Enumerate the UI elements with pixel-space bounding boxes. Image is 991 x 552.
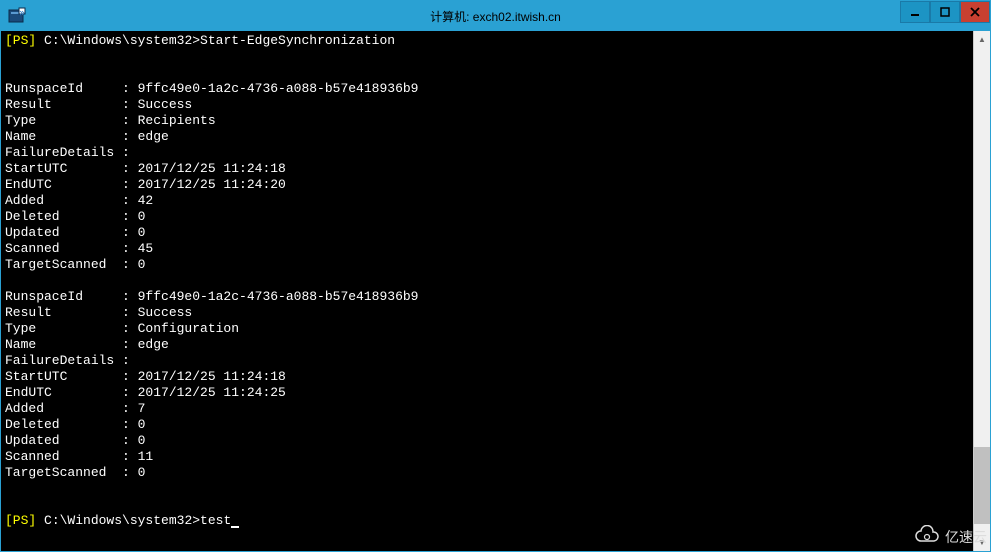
- terminal-line: FailureDetails :: [5, 353, 969, 369]
- scroll-thumb[interactable]: [974, 447, 990, 525]
- scroll-track[interactable]: [974, 48, 990, 534]
- terminal-line: Updated : 0: [5, 433, 969, 449]
- terminal-output[interactable]: [PS] C:\Windows\system32>Start-EdgeSynch…: [1, 31, 973, 551]
- scroll-down-button[interactable]: ▼: [974, 534, 990, 551]
- terminal-line: EndUTC : 2017/12/25 11:24:20: [5, 177, 969, 193]
- field-added: Added : 42: [5, 193, 153, 208]
- close-button[interactable]: [960, 1, 990, 23]
- terminal-line: RunspaceId : 9ffc49e0-1a2c-4736-a088-b57…: [5, 289, 969, 305]
- field-scanned: Scanned : 45: [5, 241, 153, 256]
- command-text: Start-EdgeSynchronization: [200, 33, 395, 48]
- terminal-line: [5, 481, 969, 497]
- close-icon: [970, 7, 980, 17]
- terminal-line: StartUTC : 2017/12/25 11:24:18: [5, 161, 969, 177]
- terminal-line: Deleted : 0: [5, 417, 969, 433]
- field-targetscanned: TargetScanned : 0: [5, 257, 145, 272]
- minimize-icon: [910, 7, 920, 17]
- terminal-line: Deleted : 0: [5, 209, 969, 225]
- terminal-line: Updated : 0: [5, 225, 969, 241]
- terminal-line: Result : Success: [5, 305, 969, 321]
- minimize-button[interactable]: [900, 1, 930, 23]
- prompt-ps: [PS]: [5, 513, 36, 528]
- terminal-line: [PS] C:\Windows\system32>Start-EdgeSynch…: [5, 33, 969, 49]
- scroll-up-button[interactable]: ▲: [974, 31, 990, 48]
- titlebar[interactable]: 计算机: exch02.itwish.cn: [1, 1, 990, 31]
- field-result: Result : Success: [5, 97, 192, 112]
- powershell-window: 计算机: exch02.itwish.cn [PS] C:\Windows\sy…: [0, 0, 991, 552]
- app-icon: [7, 6, 27, 26]
- terminal-line: Scanned : 11: [5, 449, 969, 465]
- terminal-line: Added : 7: [5, 401, 969, 417]
- prompt-ps: [PS]: [5, 33, 36, 48]
- terminal-line: RunspaceId : 9ffc49e0-1a2c-4736-a088-b57…: [5, 81, 969, 97]
- field-startutc: StartUTC : 2017/12/25 11:24:18: [5, 161, 286, 176]
- window-controls: [900, 1, 990, 31]
- maximize-button[interactable]: [930, 1, 960, 23]
- terminal-line: TargetScanned : 0: [5, 257, 969, 273]
- terminal-line: Name : edge: [5, 337, 969, 353]
- terminal-line: EndUTC : 2017/12/25 11:24:25: [5, 385, 969, 401]
- field-deleted: Deleted : 0: [5, 209, 145, 224]
- terminal-line: Result : Success: [5, 97, 969, 113]
- prompt-path: C:\Windows\system32>: [36, 513, 200, 528]
- field-added: Added : 7: [5, 401, 145, 416]
- field-updated: Updated : 0: [5, 225, 145, 240]
- field-failuredetails: FailureDetails :: [5, 145, 138, 160]
- cursor: [231, 526, 239, 528]
- field-runspaceid: RunspaceId : 9ffc49e0-1a2c-4736-a088-b57…: [5, 289, 418, 304]
- field-type: Type : Recipients: [5, 113, 216, 128]
- field-result: Result : Success: [5, 305, 192, 320]
- field-runspaceid: RunspaceId : 9ffc49e0-1a2c-4736-a088-b57…: [5, 81, 418, 96]
- terminal-line: [5, 497, 969, 513]
- terminal-line: FailureDetails :: [5, 145, 969, 161]
- maximize-icon: [940, 7, 950, 17]
- command-text: test: [200, 513, 231, 528]
- field-startutc: StartUTC : 2017/12/25 11:24:18: [5, 369, 286, 384]
- terminal-area: [PS] C:\Windows\system32>Start-EdgeSynch…: [1, 31, 990, 551]
- terminal-line: TargetScanned : 0: [5, 465, 969, 481]
- field-updated: Updated : 0: [5, 433, 145, 448]
- field-endutc: EndUTC : 2017/12/25 11:24:25: [5, 385, 286, 400]
- terminal-line: Added : 42: [5, 193, 969, 209]
- field-scanned: Scanned : 11: [5, 449, 153, 464]
- field-name: Name : edge: [5, 129, 169, 144]
- field-targetscanned: TargetScanned : 0: [5, 465, 145, 480]
- terminal-line: Name : edge: [5, 129, 969, 145]
- field-name: Name : edge: [5, 337, 169, 352]
- terminal-line: [5, 273, 969, 289]
- terminal-line: [5, 49, 969, 65]
- field-type: Type : Configuration: [5, 321, 239, 336]
- field-endutc: EndUTC : 2017/12/25 11:24:20: [5, 177, 286, 192]
- terminal-line: Type : Recipients: [5, 113, 969, 129]
- scrollbar[interactable]: ▲ ▼: [973, 31, 990, 551]
- window-title: 计算机: exch02.itwish.cn: [430, 8, 561, 25]
- prompt-path: C:\Windows\system32>: [36, 33, 200, 48]
- terminal-line: [5, 65, 969, 81]
- terminal-line: Type : Configuration: [5, 321, 969, 337]
- terminal-line: [PS] C:\Windows\system32>test: [5, 513, 969, 529]
- field-failuredetails: FailureDetails :: [5, 353, 138, 368]
- terminal-line: StartUTC : 2017/12/25 11:24:18: [5, 369, 969, 385]
- field-deleted: Deleted : 0: [5, 417, 145, 432]
- terminal-line: Scanned : 45: [5, 241, 969, 257]
